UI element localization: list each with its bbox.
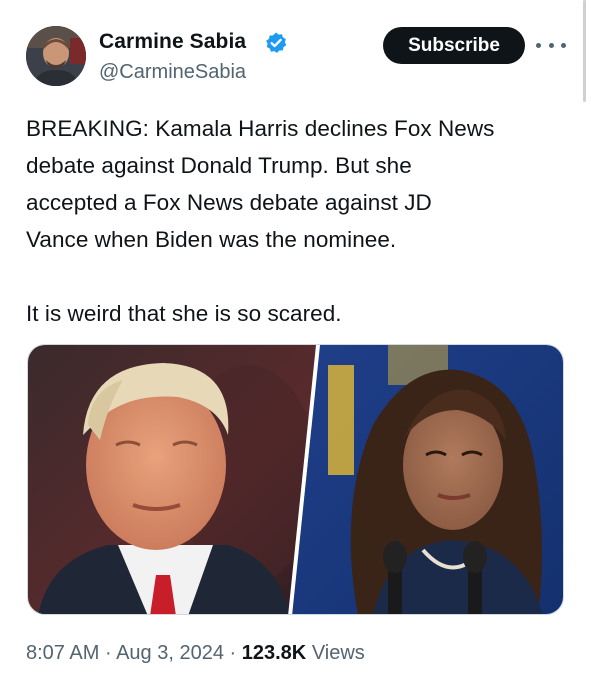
tweet-date[interactable]: Aug 3, 2024 [116,642,224,664]
verified-badge-icon [266,32,287,53]
subscribe-button[interactable]: Subscribe [383,27,525,64]
dot [548,42,554,48]
tweet-text-line: BREAKING: Kamala Harris declines Fox New… [26,116,495,141]
dot [561,42,566,48]
tweet-card: Carmine Sabia @CarmineSabia Subscribe BR… [0,0,591,680]
views-label: Views [311,642,365,664]
tweet-media-image[interactable] [27,344,564,615]
scrollbar[interactable] [583,0,586,102]
meta-separator: · [229,642,237,664]
views-count[interactable]: 123.8K [242,642,307,664]
meta-separator: · [104,642,112,664]
tweet-time[interactable]: 8:07 AM [26,642,99,664]
tweet-text-line: It is weird that she is so scared. [26,301,342,326]
author-handle[interactable]: @CarmineSabia [99,61,246,84]
tweet-text-line: accepted a Fox News debate against JD [26,190,432,215]
tweet-text: BREAKING: Kamala Harris declines Fox New… [26,110,571,332]
author-display-name[interactable]: Carmine Sabia [99,30,246,54]
tweet-text-line: Vance when Biden was the nominee. [26,227,397,252]
dot [536,42,541,48]
tweet-text-line: debate against Donald Trump. But she [26,153,412,178]
avatar[interactable] [26,26,86,86]
more-options-icon[interactable] [536,34,566,56]
tweet-metadata: 8:07 AM · Aug 3, 2024 · 123.8K Views [26,642,365,665]
